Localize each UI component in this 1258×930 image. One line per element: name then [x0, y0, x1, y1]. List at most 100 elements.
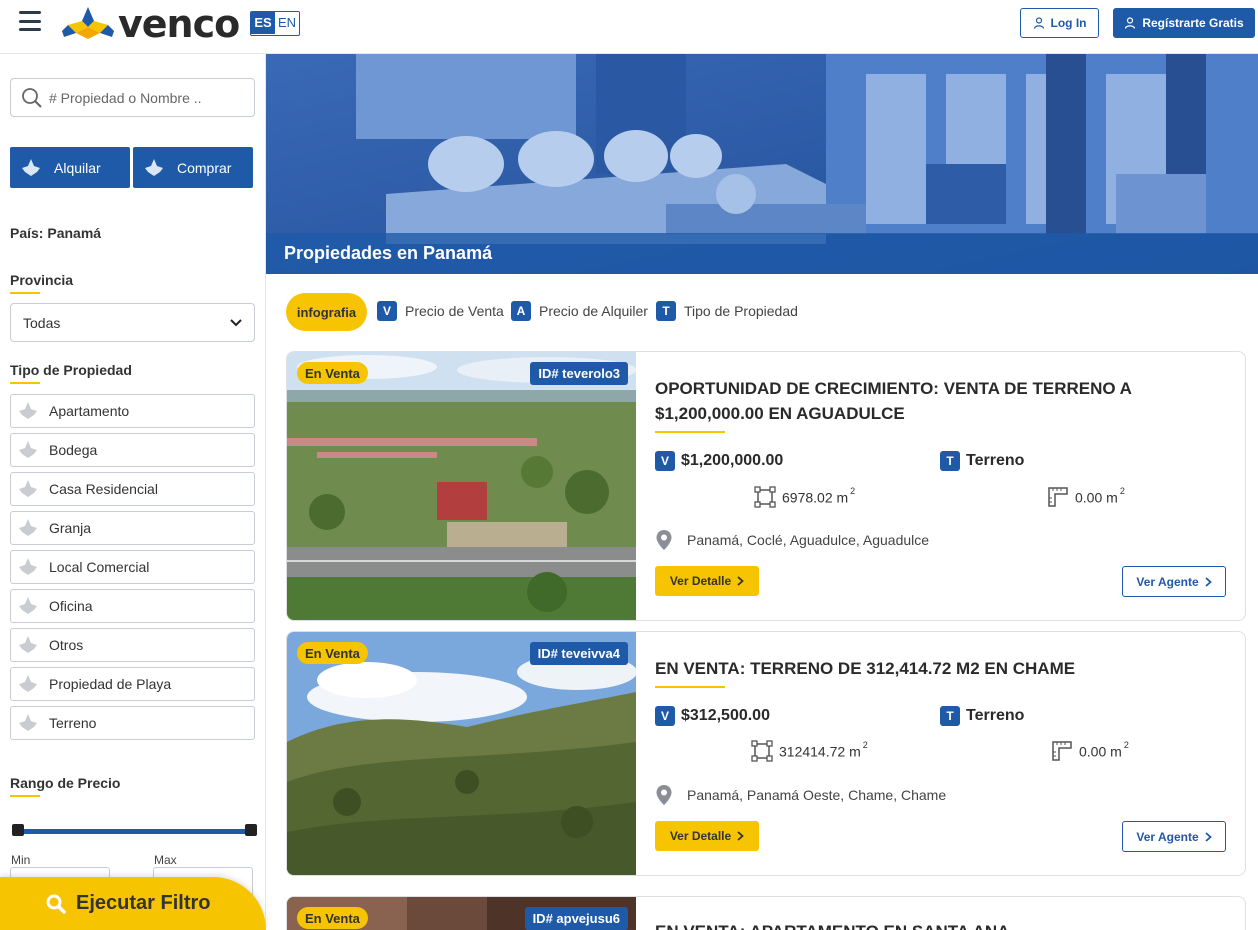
- location-text: Panamá, Coclé, Aguadulce, Aguadulce: [687, 532, 930, 548]
- property-type-option[interactable]: Casa Residencial: [10, 472, 255, 506]
- type-letter-badge: T: [940, 451, 960, 471]
- price-min-handle[interactable]: [12, 824, 24, 836]
- built-area: 0.00 m2: [1047, 486, 1125, 508]
- chevron-down-icon: [230, 318, 242, 326]
- listing-photo[interactable]: En Venta ID# teverolo3: [287, 352, 636, 620]
- hero-title: Propiedades en Panamá: [284, 243, 493, 263]
- user-icon: [1125, 17, 1136, 29]
- price-range-title: Rango de Precio: [10, 775, 120, 797]
- listing-card[interactable]: En Venta ID# teverolo3 OPORTUNIDAD DE CR…: [286, 351, 1246, 621]
- view-agent-label: Ver Agente: [1136, 574, 1199, 589]
- top-header: venco ES EN Log In Regístrarte Gratis: [0, 0, 1258, 54]
- language-switch[interactable]: ES EN: [250, 11, 300, 36]
- property-type-option[interactable]: Propiedad de Playa: [10, 667, 255, 701]
- listing-photo[interactable]: En Venta ID# teveivva4: [287, 632, 636, 875]
- property-id-badge: ID# apvejusu6: [524, 907, 628, 930]
- land-area-value: 6978.02 m: [782, 489, 849, 506]
- lang-en[interactable]: EN: [275, 12, 299, 34]
- menu-icon[interactable]: [19, 11, 41, 31]
- login-button[interactable]: Log In: [1020, 8, 1099, 38]
- venco-leaf-icon: [17, 478, 39, 500]
- venco-leaf-icon: [145, 158, 163, 176]
- venco-leaf-icon: [17, 634, 39, 656]
- listing-location: Panamá, Panamá Oeste, Chame, Chame: [655, 784, 946, 806]
- listing-price: V $312,500.00: [655, 706, 770, 726]
- ruler-icon: [1048, 487, 1068, 507]
- search-box[interactable]: [10, 78, 255, 117]
- price-letter-badge: V: [655, 451, 675, 471]
- built-area-value: 0.00 m: [1075, 489, 1118, 506]
- aerial-land-photo: [287, 352, 636, 620]
- area-unit-sup: 2: [862, 739, 868, 750]
- register-button[interactable]: Regístrarte Gratis: [1113, 8, 1255, 38]
- property-type-option[interactable]: Terreno: [10, 706, 255, 740]
- filter-sidebar: Alquilar Comprar País: Panamá Provincia …: [0, 54, 266, 930]
- status-badge: En Venta: [297, 362, 368, 384]
- legend-letter-t: T: [656, 301, 676, 321]
- hillside-land-photo: [287, 632, 636, 875]
- location-pin-icon: [656, 530, 672, 550]
- venco-leaf-icon: [17, 439, 39, 461]
- chevron-right-icon: [1205, 576, 1212, 587]
- property-type-option[interactable]: Bodega: [10, 433, 255, 467]
- view-detail-button[interactable]: Ver Detalle: [655, 566, 759, 596]
- property-type-label: Casa Residencial: [49, 481, 158, 497]
- execute-filter-button[interactable]: Ejecutar Filtro: [0, 877, 266, 930]
- venco-leaf-icon: [17, 712, 39, 734]
- listing-title[interactable]: EN VENTA: APARTAMENTO EN SANTA ANA: [655, 919, 1215, 930]
- price-max-handle[interactable]: [245, 824, 257, 836]
- province-title: Provincia: [10, 272, 73, 294]
- price-letter-badge: V: [655, 706, 675, 726]
- venco-leaf-icon: [17, 400, 39, 422]
- listing-title[interactable]: OPORTUNIDAD DE CRECIMIENTO: VENTA DE TER…: [655, 376, 1215, 426]
- province-select[interactable]: Todas: [10, 303, 255, 342]
- property-type-option[interactable]: Oficina: [10, 589, 255, 623]
- listing-title[interactable]: EN VENTA: TERRENO DE 312,414.72 M2 EN CH…: [655, 656, 1215, 681]
- property-type-label: Oficina: [49, 598, 93, 614]
- view-agent-label: Ver Agente: [1136, 829, 1199, 844]
- venco-logo-mark: [62, 7, 114, 39]
- view-detail-button[interactable]: Ver Detalle: [655, 821, 759, 851]
- search-icon: [46, 894, 66, 914]
- execute-filter-label: Ejecutar Filtro: [76, 892, 211, 914]
- area-unit-sup: 2: [1119, 485, 1125, 496]
- land-area: 6978.02 m2: [754, 486, 855, 508]
- country-label: País: Panamá: [10, 225, 102, 241]
- chevron-right-icon: [1205, 831, 1212, 842]
- view-agent-button[interactable]: Ver Agente: [1122, 566, 1226, 597]
- listing-photo[interactable]: En Venta ID# apvejusu6: [287, 897, 636, 930]
- rent-button[interactable]: Alquilar: [10, 147, 130, 188]
- listing-price: V $1,200,000.00: [655, 451, 783, 471]
- view-agent-button[interactable]: Ver Agente: [1122, 821, 1226, 852]
- legend-label: Precio de Alquiler: [539, 303, 648, 319]
- venco-logo[interactable]: venco: [60, 4, 240, 44]
- property-type-option[interactable]: Otros: [10, 628, 255, 662]
- property-id-badge: ID# teverolo3: [530, 362, 628, 385]
- buy-button[interactable]: Comprar: [133, 147, 253, 188]
- area-unit-sup: 2: [850, 485, 856, 496]
- legend-label: Precio de Venta: [405, 303, 504, 319]
- legend-rent-price: A Precio de Alquiler: [511, 301, 648, 321]
- price-range-track[interactable]: [18, 829, 250, 834]
- type-letter-badge: T: [940, 706, 960, 726]
- listing-card[interactable]: En Venta ID# teveivva4 EN VENTA: TERRENO…: [286, 631, 1246, 876]
- listing-type: T Terreno: [940, 451, 1024, 471]
- area-unit-sup: 2: [1123, 739, 1129, 750]
- property-type-option[interactable]: Apartamento: [10, 394, 255, 428]
- infografia-badge[interactable]: infografia: [286, 293, 367, 331]
- legend-property-type: T Tipo de Propiedad: [656, 301, 798, 321]
- search-input[interactable]: [49, 89, 239, 106]
- lang-es[interactable]: ES: [251, 12, 275, 34]
- land-area-value: 312414.72 m: [779, 743, 861, 760]
- property-type-option[interactable]: Local Comercial: [10, 550, 255, 584]
- listing-card[interactable]: En Venta ID# apvejusu6 EN VENTA: APARTAM…: [286, 896, 1246, 930]
- property-type-option[interactable]: Granja: [10, 511, 255, 545]
- property-type-title: Tipo de Propiedad: [10, 362, 132, 384]
- location-pin-icon: [656, 785, 672, 805]
- status-badge: En Venta: [297, 907, 368, 929]
- legend-label: Tipo de Propiedad: [684, 303, 798, 319]
- min-label: Min: [11, 853, 31, 867]
- province-value: Todas: [23, 314, 61, 331]
- listing-location: Panamá, Coclé, Aguadulce, Aguadulce: [655, 529, 929, 551]
- venco-leaf-icon: [17, 595, 39, 617]
